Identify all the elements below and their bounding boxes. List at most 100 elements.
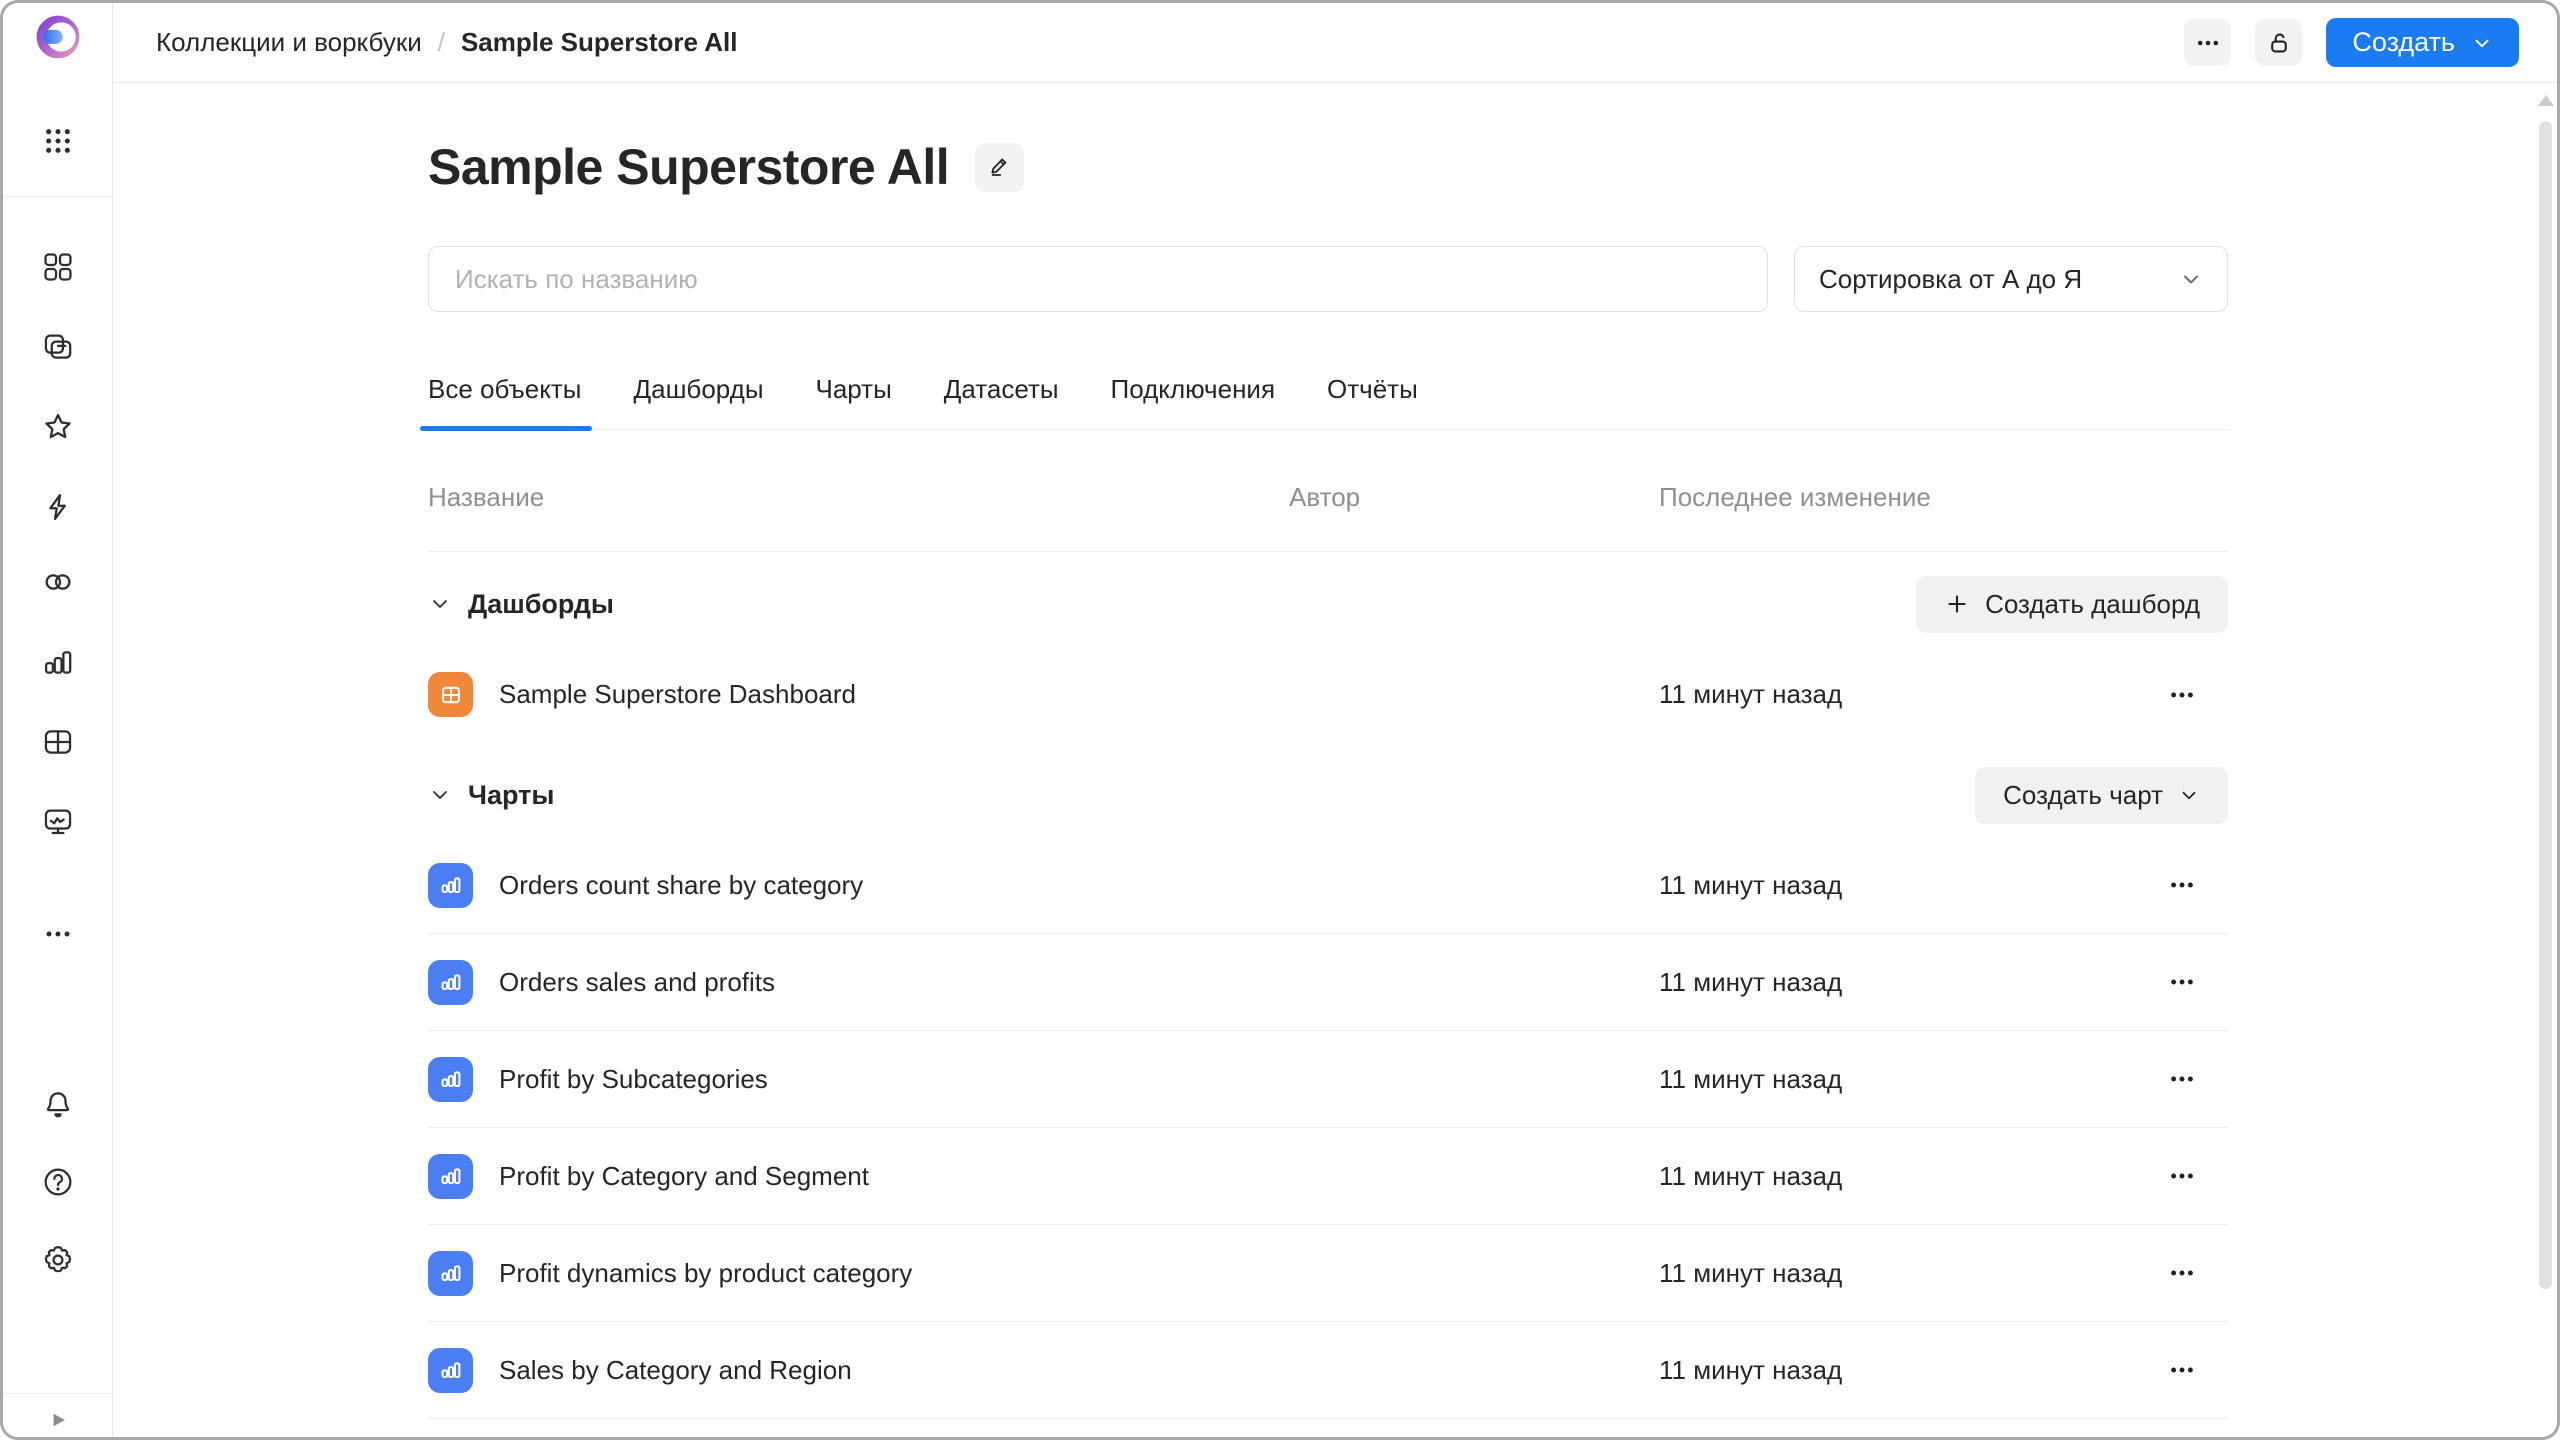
breadcrumb-current: Sample Superstore All — [460, 27, 738, 57]
main-content: Sample Superstore All Сортировка от А до… — [114, 84, 2539, 1437]
table-row[interactable]: Orders sales and profits 11 минут назад — [428, 934, 2228, 1031]
breadcrumb-parent[interactable]: Коллекции и воркбуки — [156, 27, 422, 58]
quick-actions-lightning-icon[interactable] — [41, 490, 75, 524]
ellipsis-icon — [2171, 1367, 2193, 1373]
row-title[interactable]: Profit by Subcategories — [499, 1064, 768, 1095]
section-title[interactable]: Дашборды — [468, 589, 614, 620]
row-modified: 11 минут назад — [1659, 1160, 1843, 1191]
row-modified: 11 минут назад — [1659, 679, 1843, 709]
table-row[interactable]: Profit by Category and Segment 11 минут … — [428, 1128, 2228, 1225]
section-title[interactable]: Чарты — [468, 780, 554, 811]
create-chart-button[interactable]: Создать чарт — [1975, 766, 2228, 824]
chevron-down-icon — [2182, 791, 2196, 800]
tab-reports[interactable]: Отчёты — [1327, 374, 1418, 429]
table-row[interactable]: Sample Superstore Dashboard 11 минут наз… — [428, 646, 2228, 743]
table-row[interactable]: Profit dynamics by product category 11 м… — [428, 1225, 2228, 1322]
datalens-logo-icon[interactable] — [35, 14, 81, 65]
row-type-icon — [428, 1153, 473, 1199]
breadcrumb: Коллекции и воркбуки / Sample Superstore… — [156, 27, 737, 58]
public-access-button[interactable] — [2255, 19, 2303, 66]
ellipsis-icon — [2171, 1173, 2193, 1179]
row-type-icon — [428, 862, 473, 908]
vertical-scrollbar[interactable] — [2537, 89, 2554, 1431]
help-question-icon[interactable] — [41, 1165, 75, 1199]
chevron-down-icon[interactable] — [428, 783, 452, 807]
ellipsis-icon — [2197, 40, 2218, 45]
tab-dashboards[interactable]: Дашборды — [634, 374, 764, 429]
topbar: Коллекции и воркбуки / Sample Superstore… — [114, 3, 2557, 83]
monitoring-screen-icon[interactable] — [41, 805, 75, 839]
tab-datasets[interactable]: Датасеты — [944, 374, 1059, 429]
ellipsis-icon — [2171, 1076, 2193, 1082]
row-modified: 11 минут назад — [1659, 869, 1843, 900]
objects-grid-icon[interactable] — [41, 250, 75, 284]
create-button[interactable]: Создать — [2326, 18, 2519, 67]
table-header: Название Автор Последнее изменение — [428, 482, 2228, 513]
row-menu-button[interactable] — [2152, 855, 2212, 915]
row-modified: 11 минут назад — [1659, 1354, 1843, 1385]
scrollbar-thumb[interactable] — [2539, 121, 2552, 1289]
row-menu-button[interactable] — [2152, 1340, 2212, 1400]
ellipsis-icon — [2171, 692, 2193, 697]
row-type-icon — [428, 1250, 473, 1296]
row-menu-button[interactable] — [2152, 1049, 2212, 1109]
edit-title-button[interactable] — [975, 142, 1025, 192]
ellipsis-icon — [2171, 1270, 2193, 1276]
row-menu-button[interactable] — [2152, 952, 2212, 1012]
favorites-star-icon[interactable] — [41, 410, 75, 444]
tab-charts[interactable]: Чарты — [816, 374, 892, 429]
lock-open-icon — [2271, 33, 2287, 52]
row-type-icon — [428, 672, 473, 717]
settings-gear-icon[interactable] — [41, 1243, 75, 1277]
search-input[interactable] — [428, 246, 1768, 312]
table-row[interactable]: Sales by Category and Region 11 минут на… — [428, 1322, 2228, 1419]
row-title[interactable]: Profit dynamics by product category — [499, 1258, 912, 1289]
table-row[interactable]: Profit by Subcategories 11 минут назад — [428, 1031, 2228, 1128]
table-row[interactable]: Orders count share by category 11 минут … — [428, 837, 2228, 934]
row-type-icon — [428, 1056, 473, 1102]
row-title[interactable]: Orders sales and profits — [499, 967, 775, 998]
datasets-table-icon[interactable] — [41, 725, 75, 759]
row-menu-button[interactable] — [2152, 1243, 2212, 1303]
tab-connections[interactable]: Подключения — [1111, 374, 1275, 429]
more-ellipsis-icon[interactable] — [43, 919, 73, 949]
sidebar-divider — [3, 1393, 112, 1394]
row-title[interactable]: Orders count share by category — [499, 870, 863, 901]
row-menu-button[interactable] — [2152, 1146, 2212, 1206]
expand-play-icon[interactable] — [43, 1405, 73, 1437]
column-header-author: Автор — [1289, 482, 1361, 512]
sort-value: Сортировка от А до Я — [1819, 263, 2083, 294]
notifications-bell-icon[interactable] — [41, 1088, 75, 1122]
column-header-name: Название — [428, 482, 545, 512]
more-actions-button[interactable] — [2184, 19, 2232, 66]
row-type-icon — [428, 959, 473, 1005]
divider — [428, 551, 2228, 552]
column-header-modified: Последнее изменение — [1659, 482, 1931, 512]
scrollbar-up-arrow[interactable] — [2537, 95, 2554, 106]
row-menu-button[interactable] — [2152, 665, 2212, 725]
row-type-icon — [428, 1347, 473, 1393]
page-title: Sample Superstore All — [428, 139, 950, 195]
row-title[interactable]: Sales by Category and Region — [499, 1355, 852, 1386]
apps-grid-icon[interactable] — [42, 125, 74, 157]
chevron-down-icon — [2475, 39, 2489, 47]
sort-select[interactable]: Сортировка от А до Я — [1794, 246, 2228, 312]
chevron-down-icon[interactable] — [428, 592, 452, 616]
row-title[interactable]: Sample Superstore Dashboard — [499, 679, 856, 710]
sidebar-divider — [3, 196, 112, 197]
charts-bar-icon[interactable] — [41, 645, 75, 679]
breadcrumb-separator: / — [437, 27, 445, 57]
create-dashboard-button[interactable]: Создать дашборд — [1916, 575, 2228, 633]
row-modified: 11 минут назад — [1659, 966, 1843, 997]
tab-all-objects[interactable]: Все объекты — [420, 374, 591, 431]
section-dashboards: Дашборды Создать дашборд Sample Supersto… — [428, 574, 2228, 743]
row-modified: 11 минут назад — [1659, 1257, 1843, 1288]
connections-circles-icon[interactable] — [41, 565, 75, 599]
pencil-icon — [991, 158, 1006, 176]
collections-icon[interactable] — [41, 330, 75, 364]
row-modified: 11 минут назад — [1659, 1063, 1843, 1094]
row-title[interactable]: Profit by Category and Segment — [499, 1161, 869, 1192]
ellipsis-icon — [2171, 882, 2193, 888]
plus-icon — [1948, 595, 1966, 613]
tabs: Все объекты Дашборды Чарты Датасеты Подк… — [420, 374, 2228, 431]
